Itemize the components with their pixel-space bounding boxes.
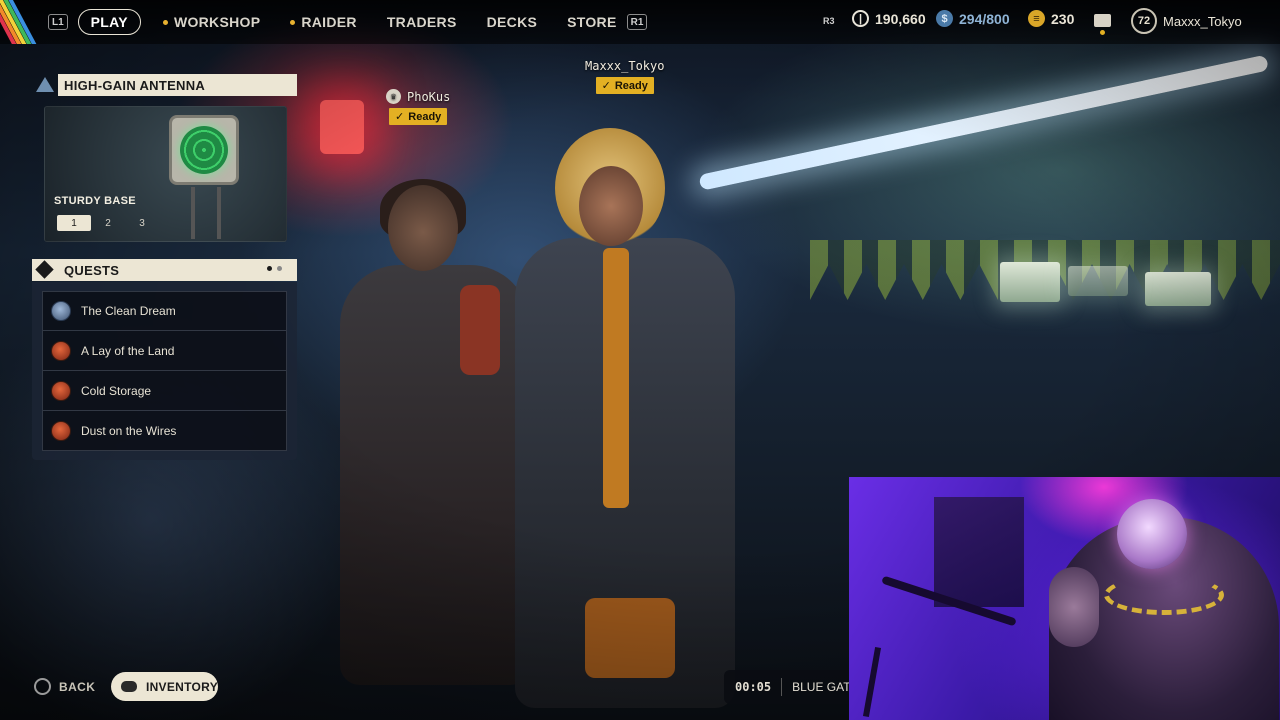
nav-traders[interactable]: TRADERS xyxy=(387,14,457,30)
nav-raider[interactable]: RAIDER xyxy=(290,14,357,30)
main-nav: L1 PLAY WORKSHOP RAIDER TRADERS DECKS ST… xyxy=(48,8,648,36)
webcam-overlay xyxy=(849,477,1280,720)
nav-play[interactable]: PLAY xyxy=(77,9,141,35)
quest-name: Cold Storage xyxy=(81,383,152,398)
quest-list: The Clean Dream A Lay of the Land Cold S… xyxy=(42,291,287,451)
quest-blue-icon xyxy=(51,301,71,321)
matchmaking-status: 00:05 BLUE GATE xyxy=(724,670,864,704)
antenna-title: HIGH-GAIN ANTENNA xyxy=(64,77,206,93)
tier-1[interactable]: 1 xyxy=(57,215,91,231)
ready-label: Ready xyxy=(408,110,442,123)
inventory-label: INVENTORY xyxy=(145,679,218,694)
player-name-row: ♛ PhoKus xyxy=(386,89,450,104)
quest-red-icon xyxy=(51,420,71,441)
l1-button-hint: L1 xyxy=(48,14,68,30)
tier-3[interactable]: 3 xyxy=(125,215,159,231)
quests-pager xyxy=(267,266,282,271)
player-name: Maxxx_Tokyo xyxy=(585,59,665,73)
ready-label: Ready xyxy=(614,79,648,92)
crown-icon: ♛ xyxy=(386,89,401,104)
coins-currency: | 190,660 xyxy=(852,10,926,27)
coins-value: 190,660 xyxy=(875,10,926,27)
inbox-notification-dot-icon xyxy=(1100,30,1105,35)
quest-name: The Clean Dream xyxy=(81,304,176,318)
back-button[interactable]: BACK xyxy=(34,678,95,695)
notification-dot-icon xyxy=(162,19,168,25)
credit-icon: $ xyxy=(936,10,953,27)
warning-triangle-icon xyxy=(36,77,54,92)
quest-item[interactable]: Cold Storage xyxy=(42,371,287,411)
radar-antenna-image xyxy=(169,115,239,185)
check-icon: ✓ xyxy=(601,80,611,92)
player-name: PhoKus xyxy=(407,89,451,104)
r3-button-hint: R3 xyxy=(823,16,835,26)
quest-name: Dust on the Wires xyxy=(81,423,177,438)
tier-2[interactable]: 2 xyxy=(91,215,125,231)
antenna-card[interactable]: STURDY BASE 1 2 3 xyxy=(44,106,287,242)
touchpad-icon xyxy=(121,681,137,692)
quest-item[interactable]: A Lay of the Land xyxy=(42,331,287,371)
ready-badge: ✓ Ready xyxy=(595,77,654,94)
circle-button-icon xyxy=(34,678,51,695)
player-name-row: Maxxx_Tokyo xyxy=(585,59,664,73)
r1-button-hint: R1 xyxy=(626,14,648,30)
credits-value: 294/800 xyxy=(959,10,1010,27)
quests-title: QUESTS xyxy=(64,262,120,278)
profile-username: Maxxx_Tokyo xyxy=(1163,13,1242,29)
nav-raider-label: RAIDER xyxy=(301,14,357,30)
antenna-panel-header[interactable]: HIGH-GAIN ANTENNA xyxy=(58,74,297,96)
quest-item[interactable]: Dust on the Wires xyxy=(42,411,287,451)
credits-currency: $ 294/800 xyxy=(936,10,1010,27)
notification-dot-icon xyxy=(290,19,296,25)
player-tag-phokus: ♛ PhoKus ✓ Ready xyxy=(386,89,450,125)
ready-badge: ✓ Ready xyxy=(389,108,448,125)
nav-workshop[interactable]: WORKSHOP xyxy=(162,14,261,30)
nav-workshop-label: WORKSHOP xyxy=(173,14,261,30)
pager-dot[interactable] xyxy=(277,266,282,271)
coin-icon: | xyxy=(852,10,869,27)
player-tag-maxxx-tokyo: Maxxx_Tokyo ✓ Ready xyxy=(585,59,664,94)
nav-decks[interactable]: DECKS xyxy=(487,14,538,30)
gold-chain xyxy=(1104,575,1224,615)
quests-panel-header[interactable]: QUESTS xyxy=(32,259,297,281)
pager-dot-active[interactable] xyxy=(267,266,272,271)
quest-red-icon xyxy=(51,380,71,401)
match-timer: 00:05 xyxy=(735,680,772,694)
top-navigation-bar: L1 PLAY WORKSHOP RAIDER TRADERS DECKS ST… xyxy=(0,0,1280,44)
back-label: BACK xyxy=(59,679,96,694)
tokens-currency: ≡ 230 xyxy=(1028,10,1074,27)
quest-name: A Lay of the Land xyxy=(81,343,175,358)
tokens-value: 230 xyxy=(1051,10,1075,27)
tier-selector: 1 2 3 xyxy=(57,215,159,231)
level-badge: 72 xyxy=(1131,8,1157,34)
quest-item[interactable]: The Clean Dream xyxy=(42,291,287,331)
inbox-icon[interactable] xyxy=(1094,14,1111,27)
nav-store[interactable]: STORE xyxy=(567,14,616,30)
inventory-button[interactable]: INVENTORY xyxy=(111,672,218,701)
token-icon: ≡ xyxy=(1028,10,1045,27)
quest-red-icon xyxy=(51,340,71,361)
streamer-mask xyxy=(1117,499,1187,569)
brand-stripes xyxy=(0,0,44,44)
check-icon: ✓ xyxy=(395,111,405,123)
profile-button[interactable]: 72 Maxxx_Tokyo xyxy=(1131,8,1242,34)
antenna-subtitle: STURDY BASE xyxy=(54,195,136,207)
